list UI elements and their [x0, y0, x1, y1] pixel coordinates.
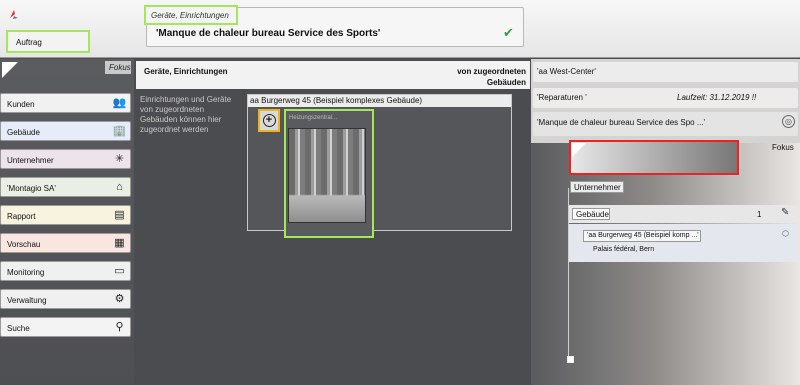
building-child-address: Palais fédéral, Bern [593, 246, 655, 253]
admin-icon: ⚙ [114, 293, 125, 305]
sidebar-item-label: Unternehmer [7, 156, 54, 165]
users-icon: 👥 [112, 97, 127, 109]
sidebar-item-label: Rapport [7, 212, 36, 221]
middle-title: Geräte, Einrichtungen [144, 67, 228, 76]
sidebar-item-label: Gebäude [7, 128, 40, 137]
building-child-title[interactable]: 'aa Burgerweg 45 (Beispiel komp ...' [583, 230, 701, 242]
repairs-card[interactable]: 'Reparaturen ' [533, 88, 798, 108]
page-corner-icon [572, 143, 586, 157]
sidebar-item-montagio-sa[interactable]: 'Montagio SA' ⌂ [0, 177, 131, 197]
sidebar-item-vorschau[interactable]: Vorschau ▦ [0, 233, 131, 253]
calendar-icon: ▦ [114, 237, 125, 249]
pencil-icon[interactable]: ✎ [781, 207, 789, 218]
location-card[interactable]: 'aa West-Center' [533, 62, 798, 82]
app-logo-icon [10, 10, 18, 19]
sidebar-item-gebäude[interactable]: Gebäude 🏢 [0, 121, 131, 141]
equipment-thumbnail-label: Heizungszentral... [289, 115, 338, 121]
gebaeude-tag[interactable]: Gebäude [572, 208, 610, 220]
checkmark-icon[interactable]: ✔ [503, 25, 514, 41]
sidebar-item-verwaltung[interactable]: Verwaltung ⚙ [0, 289, 131, 309]
middle-description: Einrichtungen und Geräte von zugeordnete… [140, 95, 232, 134]
sidebar-item-label: Kunden [7, 100, 35, 109]
sidebar-item-rapport[interactable]: Rapport ▤ [0, 205, 131, 225]
right-fokus-label: Fokus [772, 143, 794, 152]
order-card[interactable]: 'Manque de chaleur bureau Service des Sp… [533, 112, 798, 136]
plus-circle-icon: + [262, 114, 276, 127]
cube-icon[interactable]: ⬡ [782, 229, 789, 238]
gebaeude-count: 1 [757, 210, 762, 219]
laufzeit-text: Laufzeit: 31.12.2019 !! [677, 93, 757, 102]
building-icon: 🏢 [112, 125, 127, 137]
sidebar-item-unternehmer[interactable]: Unternehmer ✳ [0, 149, 131, 169]
search-icon: ⚲ [115, 321, 124, 333]
sidebar-item-kunden[interactable]: Kunden 👥 [0, 93, 131, 113]
building-title[interactable]: aa Burgerweg 45 (Beispiel komplexes Gebä… [248, 95, 511, 107]
sidebar-item-label: Monitoring [7, 268, 45, 277]
order-category-label[interactable]: Geräte, Einrichtungen [144, 5, 238, 25]
sidebar-item-suche[interactable]: Suche ⚲ [0, 317, 131, 337]
sidebar-item-label: 'Montagio SA' [7, 184, 56, 193]
middle-right-label: von zugeordneten Gebäuden [457, 67, 526, 87]
collapse-box[interactable] [567, 356, 574, 363]
auftrag-button[interactable]: Auftrag [6, 30, 90, 53]
order-title: 'Manque de chaleur bureau Service des Sp… [156, 28, 381, 39]
focus-selection-box[interactable] [569, 140, 739, 175]
sidebar-fokus-label[interactable]: Fokus [105, 61, 131, 74]
equipment-photo[interactable] [288, 128, 366, 223]
sidebar-item-label: Verwaltung [7, 296, 47, 305]
target-icon[interactable]: ◎ [782, 115, 795, 128]
home-icon: ⌂ [116, 181, 123, 193]
network-icon: ✳ [114, 153, 125, 165]
sidebar-item-label: Vorschau [7, 240, 41, 249]
add-equipment-button[interactable]: + [258, 109, 280, 132]
report-icon: ▤ [114, 209, 125, 221]
monitor-icon: ▭ [114, 265, 125, 277]
page-corner-icon[interactable] [2, 62, 18, 78]
sidebar-item-label: Suche [7, 324, 30, 333]
sidebar-item-monitoring[interactable]: Monitoring ▭ [0, 261, 131, 281]
unternehmer-tag[interactable]: Unternehmer [570, 181, 624, 193]
